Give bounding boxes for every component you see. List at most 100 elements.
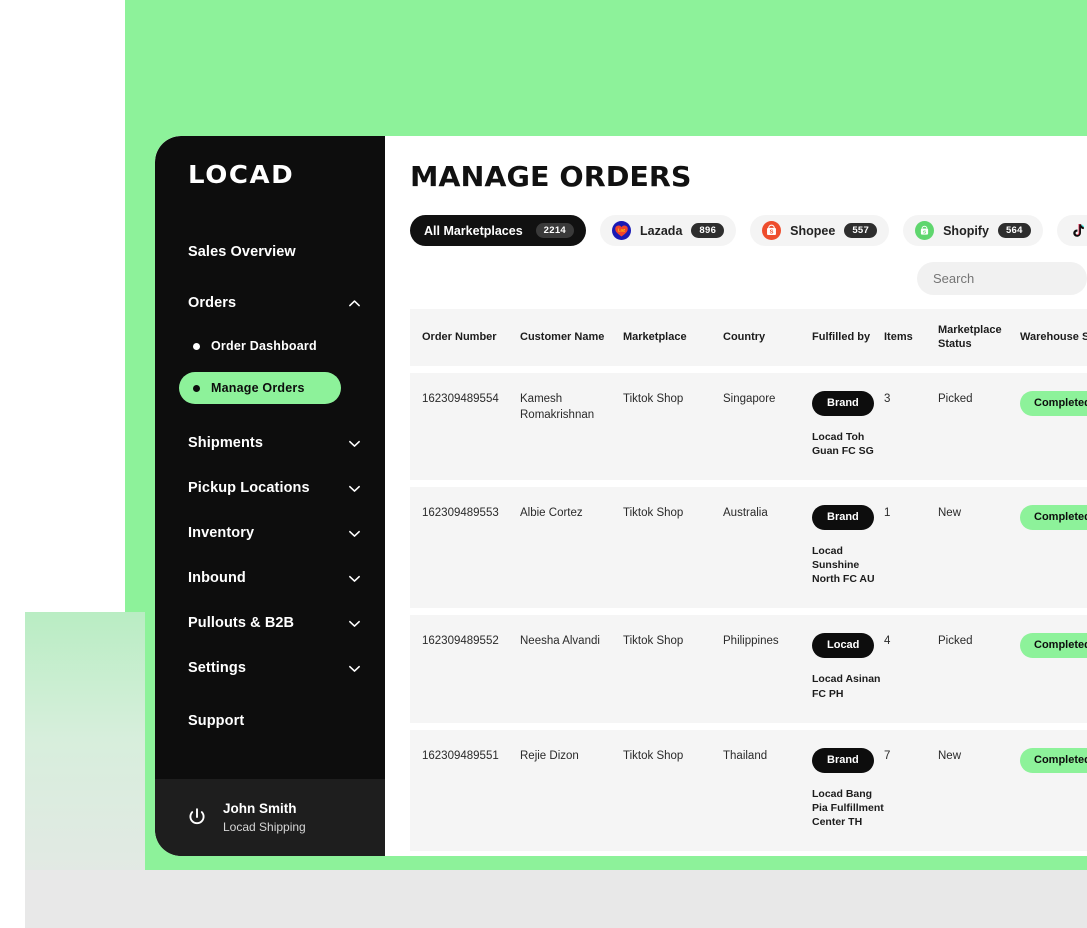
column-header-marketplace-status[interactable]: Marketplace Status bbox=[938, 309, 1020, 366]
fulfilled-by-badge: Brand bbox=[812, 504, 874, 530]
cell-customer-name: Albie Cortez bbox=[520, 486, 623, 609]
chevron-up-icon[interactable] bbox=[348, 297, 361, 310]
cell-marketplace-status: New bbox=[938, 486, 1020, 609]
bullet-icon bbox=[193, 384, 200, 392]
tab-count-badge: 2214 bbox=[535, 222, 575, 239]
sidebar-item-label: Pullouts & B2B bbox=[188, 615, 295, 631]
power-icon[interactable] bbox=[185, 806, 209, 830]
row-separator bbox=[410, 851, 1087, 856]
tab-lazada[interactable]: Laz Lazada 896 bbox=[600, 215, 737, 246]
table-row[interactable]: 162309489551 Rejie Dizon Tiktok Shop Tha… bbox=[410, 729, 1087, 852]
svg-text:Laz: Laz bbox=[618, 227, 626, 232]
cell-country: Singapore bbox=[723, 372, 812, 480]
column-header-items[interactable]: Items bbox=[884, 309, 938, 366]
sidebar-item-inbound[interactable]: Inbound bbox=[155, 557, 385, 599]
sidebar-user-footer[interactable]: John Smith Locad Shipping bbox=[155, 779, 385, 856]
row-separator bbox=[410, 365, 1087, 373]
tab-all-marketplaces[interactable]: All Marketplaces 2214 bbox=[410, 215, 587, 246]
fulfillment-center-name: Locad Toh Guan FC SG bbox=[812, 430, 874, 457]
main-content: MANAGE ORDERS All Marketplaces 2214 Laz bbox=[385, 136, 1087, 856]
shopify-icon: S bbox=[915, 221, 935, 240]
fulfilled-by-badge: Locad bbox=[812, 633, 875, 659]
cell-fulfilled-by: Locad Locad Asinan FC PH bbox=[812, 615, 884, 723]
table-row[interactable]: 162309489552 Neesha Alvandi Tiktok Shop … bbox=[410, 615, 1087, 723]
cell-marketplace-status: Picked bbox=[938, 372, 1020, 480]
tab-label: All Marketplaces bbox=[424, 223, 523, 238]
cell-fulfilled-by: Brand Locad Sunshine North FC AU bbox=[812, 486, 884, 609]
screenshot-root: LOCAD Sales Overview Orders Order Dashbo… bbox=[0, 0, 1087, 928]
chevron-down-icon[interactable] bbox=[348, 437, 361, 450]
background-grey-strip bbox=[25, 870, 1087, 928]
cell-items: 3 bbox=[884, 372, 938, 480]
search-box[interactable] bbox=[917, 262, 1087, 295]
sidebar-item-inventory[interactable]: Inventory bbox=[155, 512, 385, 554]
shopee-icon: S bbox=[762, 221, 782, 240]
cell-marketplace: Tiktok Shop bbox=[623, 729, 723, 852]
chevron-down-icon[interactable] bbox=[348, 482, 361, 495]
search-row bbox=[410, 262, 1087, 295]
column-header-customer-name[interactable]: Customer Name bbox=[520, 309, 623, 366]
sidebar-item-label: Settings bbox=[188, 660, 246, 676]
fulfillment-center-name: Locad Sunshine North FC AU bbox=[812, 544, 875, 586]
column-header-fulfilled-by[interactable]: Fulfilled by bbox=[812, 309, 884, 366]
table-header-row: Order Number Customer Name Marketplace C… bbox=[410, 309, 1087, 366]
sidebar-item-pullouts-b2b[interactable]: Pullouts & B2B bbox=[155, 602, 385, 644]
sidebar-item-order-dashboard[interactable]: Order Dashboard bbox=[179, 330, 341, 362]
tab-label: Shopify bbox=[943, 223, 989, 238]
locad-logo[interactable]: LOCAD bbox=[188, 162, 393, 187]
sidebar-item-manage-orders[interactable]: Manage Orders bbox=[179, 372, 341, 404]
sidebar-item-support[interactable]: Support bbox=[155, 700, 385, 742]
fulfillment-center-name: Locad Asinan FC PH bbox=[812, 673, 881, 700]
chevron-down-icon[interactable] bbox=[348, 662, 361, 675]
table-body: 162309489554 Kamesh Romakrishnan Tiktok … bbox=[410, 365, 1087, 856]
tiktok-icon bbox=[1069, 221, 1087, 240]
tab-shopify[interactable]: S Shopify 564 bbox=[903, 215, 1043, 246]
orders-table-wrap: Order Number Customer Name Marketplace C… bbox=[410, 309, 1087, 856]
sidebar-item-pickup-locations[interactable]: Pickup Locations bbox=[155, 467, 385, 509]
cell-items: 1 bbox=[884, 486, 938, 609]
sidebar-item-shipments[interactable]: Shipments bbox=[155, 422, 385, 464]
column-header-order-number[interactable]: Order Number bbox=[410, 309, 520, 366]
table-row[interactable]: 162309489553 Albie Cortez Tiktok Shop Au… bbox=[410, 486, 1087, 609]
cell-items: 4 bbox=[884, 615, 938, 723]
search-input[interactable] bbox=[933, 271, 1071, 286]
logo-wrap: LOCAD bbox=[155, 136, 385, 187]
fulfilled-by-badge: Brand bbox=[812, 390, 874, 416]
chevron-down-icon[interactable] bbox=[348, 617, 361, 630]
tab-label: Lazada bbox=[640, 223, 683, 238]
column-header-marketplace[interactable]: Marketplace bbox=[623, 309, 723, 366]
bullet-icon bbox=[193, 342, 200, 350]
cell-country: Thailand bbox=[723, 729, 812, 852]
fulfillment-center-name: Locad Bang Pia Fulfillment Center TH bbox=[812, 787, 884, 829]
sidebar-subnav-orders: Order Dashboard Manage Orders bbox=[155, 330, 385, 404]
status-badge: Completed bbox=[1020, 747, 1087, 773]
cell-order-number: 162309489553 bbox=[410, 486, 520, 609]
sidebar-item-sales-overview[interactable]: Sales Overview bbox=[155, 231, 385, 273]
table-row[interactable]: 162309489554 Kamesh Romakrishnan Tiktok … bbox=[410, 372, 1087, 480]
user-org: Locad Shipping bbox=[223, 819, 306, 834]
cell-warehouse-status: Completed bbox=[1020, 486, 1087, 609]
chevron-down-icon[interactable] bbox=[348, 572, 361, 585]
tab-tiktok-shop[interactable]: Tiktok Shop 197 bbox=[1056, 215, 1087, 246]
sidebar-item-orders[interactable]: Orders bbox=[155, 282, 385, 324]
status-badge: Completed bbox=[1020, 390, 1087, 416]
cell-country: Philippines bbox=[723, 615, 812, 723]
cell-customer-name: Rejie Dizon bbox=[520, 729, 623, 852]
app-window: LOCAD Sales Overview Orders Order Dashbo… bbox=[155, 136, 1087, 856]
sidebar-item-label: Support bbox=[188, 713, 245, 729]
column-header-country[interactable]: Country bbox=[723, 309, 812, 366]
marketplace-tabs: All Marketplaces 2214 Laz Lazada 896 S S… bbox=[410, 215, 1087, 246]
tab-shopee[interactable]: S Shopee 557 bbox=[750, 215, 890, 246]
cell-marketplace-status: Picked bbox=[938, 615, 1020, 723]
sidebar-nav: Sales Overview Orders Order Dashboard Ma… bbox=[155, 215, 385, 779]
chevron-down-icon[interactable] bbox=[348, 527, 361, 540]
cell-marketplace: Tiktok Shop bbox=[623, 372, 723, 480]
sidebar-item-settings[interactable]: Settings bbox=[155, 647, 385, 689]
cell-order-number: 162309489552 bbox=[410, 615, 520, 723]
tab-label: Shopee bbox=[790, 223, 836, 238]
column-header-warehouse-status[interactable]: Warehouse Status bbox=[1020, 309, 1087, 366]
tab-count-badge: 896 bbox=[691, 222, 725, 239]
fulfilled-by-badge: Brand bbox=[812, 747, 874, 773]
orders-table: Order Number Customer Name Marketplace C… bbox=[410, 309, 1087, 856]
cell-country: Australia bbox=[723, 486, 812, 609]
